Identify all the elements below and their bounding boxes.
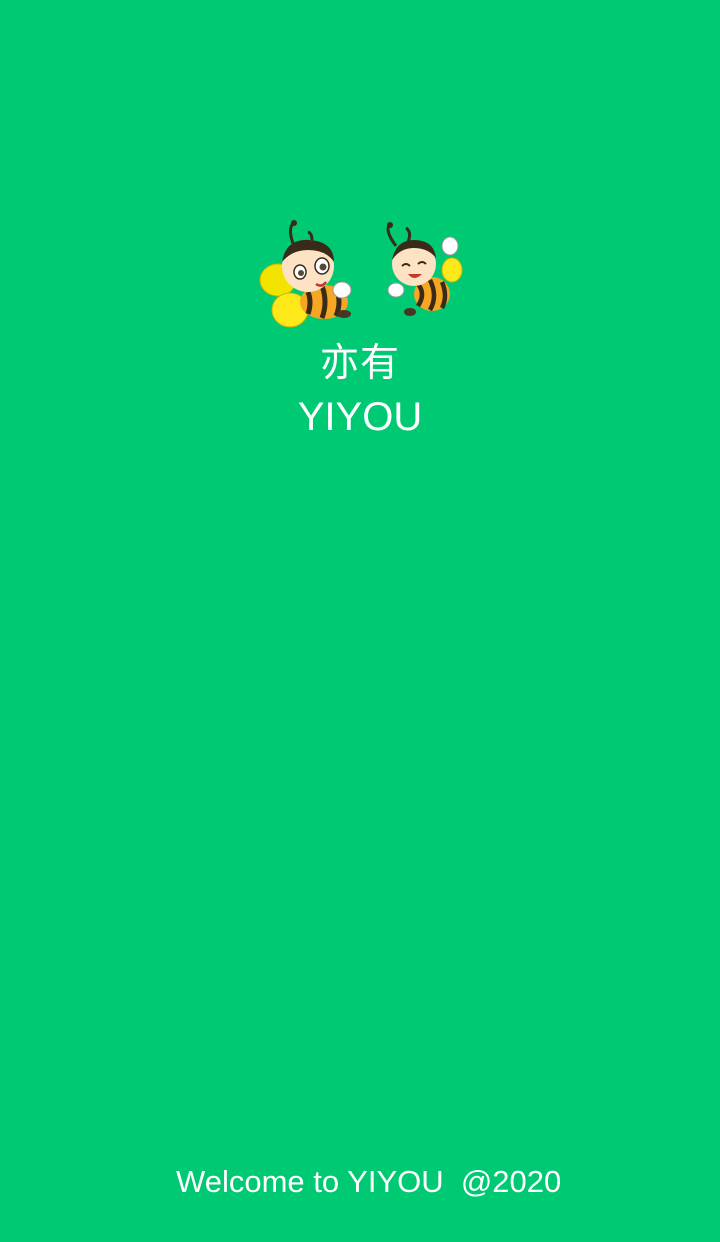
app-name-chinese: 亦有 (319, 341, 400, 386)
left-bee-icon (259, 220, 352, 328)
splash-screen: 亦有 YIYOU Welcome to YIYOU @2020 (0, 0, 720, 1242)
app-name-english: YIYOU (297, 395, 423, 439)
right-bee-icon (386, 222, 463, 316)
bee-mascot-icon (256, 218, 466, 338)
welcome-footer-text: Welcome to YIYOU @2020 (176, 1164, 562, 1199)
